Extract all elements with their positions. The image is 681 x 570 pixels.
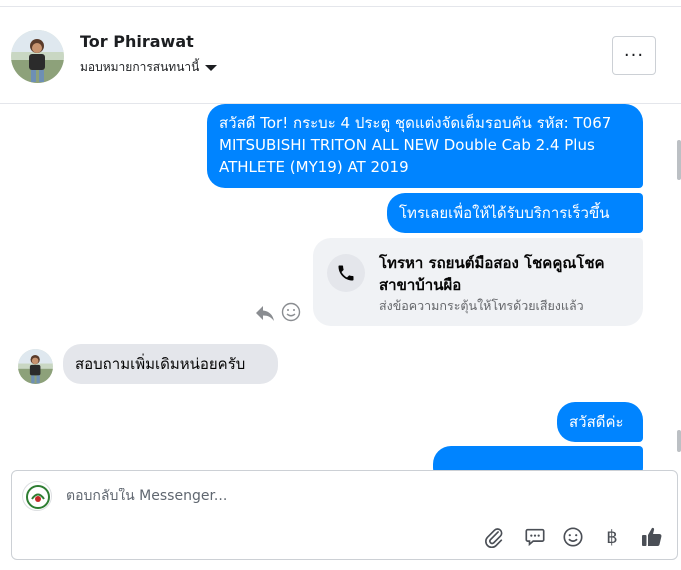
reply-icon[interactable] [254,303,276,323]
reply-input[interactable] [66,488,626,504]
assign-label: มอบหมายการสนทนานี้ [80,60,200,74]
baht-icon[interactable]: ฿ [600,525,624,549]
scrollbar-thumb-lower[interactable] [677,430,681,452]
call-button-card[interactable]: โทรหา รถยนต์มือสอง โชคคูณโชค สาขาบ้านผือ… [313,238,643,326]
caret-down-icon [205,64,218,71]
contact-name[interactable]: Tor Phirawat [80,32,194,51]
more-options-button[interactable]: ··· [612,36,656,75]
outgoing-message[interactable]: สวัสดีค่ะ [557,402,643,442]
message-composer: ฿ [11,470,678,560]
incoming-message[interactable]: สอบถามเพิ่มเดิมหน่อยครับ [63,344,278,384]
react-emoji-icon[interactable] [281,302,301,322]
user-avatar[interactable] [11,30,64,83]
phone-icon [327,254,365,292]
outgoing-message[interactable]: สวัสดี Tor! กระบะ 4 ประตู ชุดแต่งจัดเต็ม… [207,104,643,188]
speech-bubble-icon[interactable] [523,525,547,549]
outgoing-message[interactable]: โทรเลยเพื่อให้ได้รับบริการเร็วขึ้น [387,193,643,233]
page-logo-icon [22,481,52,511]
call-card-title: โทรหา รถยนต์มือสอง โชคคูณโชค สาขาบ้านผือ [379,254,605,294]
scrollbar-thumb[interactable] [677,140,681,180]
emoji-icon[interactable] [561,525,585,549]
call-card-subtitle: ส่งข้อความกระตุ้นให้โทรด้วยเสียงแล้ว [379,298,584,313]
sender-avatar[interactable] [18,349,53,384]
paperclip-icon[interactable] [482,525,506,549]
assign-conversation-dropdown[interactable]: มอบหมายการสนทนานี้ [80,58,218,77]
like-icon[interactable] [640,525,664,549]
conversation-header: Tor Phirawat มอบหมายการสนทนานี้ ··· [0,7,681,104]
